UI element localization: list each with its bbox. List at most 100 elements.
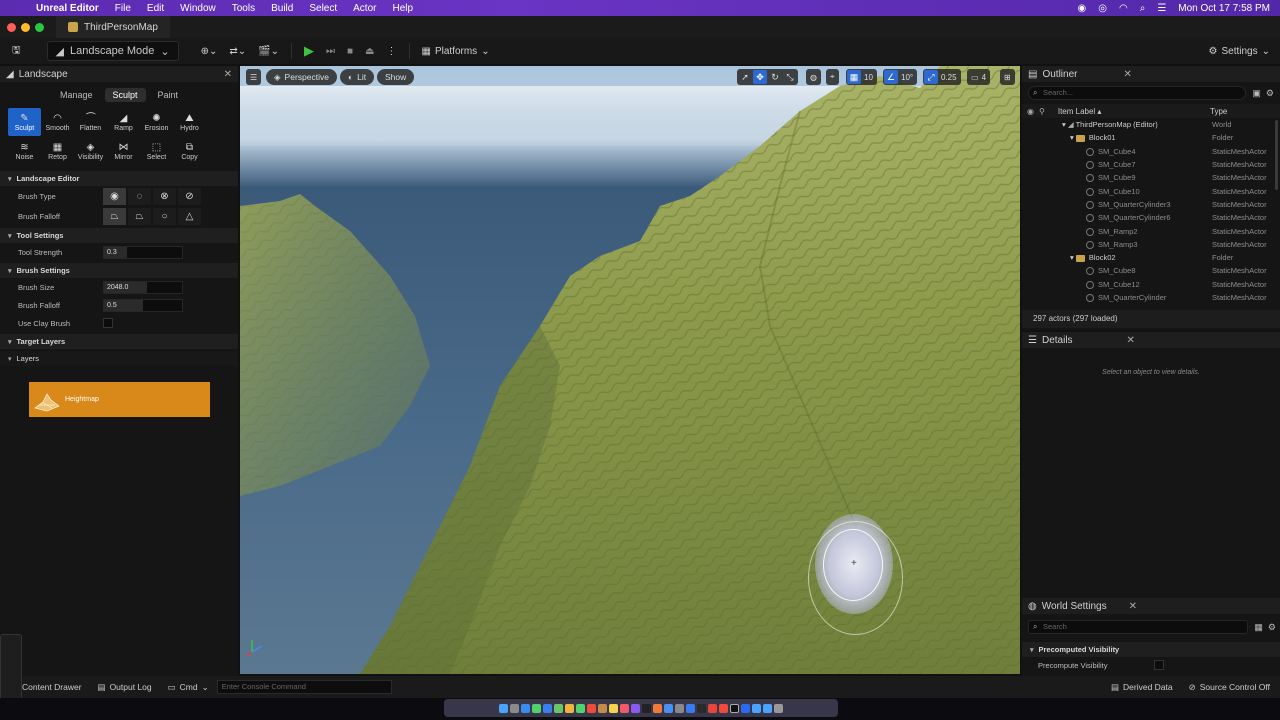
level-tab[interactable]: ThirdPersonMap: [56, 16, 170, 38]
scale-icon[interactable]: ⤡: [783, 70, 797, 84]
grid-snap-control[interactable]: ▦ 10: [846, 69, 877, 85]
tool-select[interactable]: ⬚ Select: [140, 137, 173, 165]
settings-button[interactable]: ⚙ Settings ⌄: [1203, 41, 1277, 61]
stop-button[interactable]: ■: [341, 41, 359, 61]
menu-help[interactable]: Help: [384, 3, 421, 14]
folder-dock-icon[interactable]: [752, 703, 761, 713]
tool-strength-input[interactable]: 0.3: [103, 245, 183, 259]
menu-file[interactable]: File: [107, 3, 139, 14]
tool-flatten[interactable]: ⏜ Flatten: [74, 108, 107, 136]
menu-app-name[interactable]: Unreal Editor: [30, 3, 107, 14]
menu-edit[interactable]: Edit: [139, 3, 172, 14]
terminal-dock-icon[interactable]: [697, 703, 706, 713]
outliner-scrollbar[interactable]: [1275, 120, 1278, 190]
circle-brush-icon[interactable]: ◉: [103, 187, 126, 205]
tree-row[interactable]: ▾ Block02 Folder: [1022, 251, 1280, 264]
translate-icon[interactable]: ✥: [753, 70, 767, 84]
section-brush-settings[interactable]: ▾ Brush Settings: [0, 263, 238, 278]
tree-row[interactable]: SM_Cube9 StaticMeshActor: [1022, 171, 1280, 184]
system-settings-icon[interactable]: [675, 703, 684, 713]
component-brush-icon[interactable]: ⊘: [178, 187, 201, 205]
viewport-menu-button[interactable]: ☰: [246, 69, 262, 85]
close-icon[interactable]: ✕: [1123, 69, 1131, 80]
lit-button[interactable]: ◐ Lit: [340, 69, 375, 85]
window-zoom-button[interactable]: [35, 22, 44, 32]
pattern-brush-icon[interactable]: ⊗: [153, 187, 176, 205]
tool-ramp[interactable]: ◢ Ramp: [107, 108, 140, 136]
brush-size-input[interactable]: 2048.0: [103, 280, 183, 294]
news-icon[interactable]: [653, 703, 662, 713]
precompute-visibility-checkbox[interactable]: [1154, 660, 1164, 670]
tree-row[interactable]: SM_QuarterCylinder StaticMeshActor: [1022, 291, 1280, 304]
calendar-icon[interactable]: [587, 703, 596, 713]
finder-icon[interactable]: [499, 703, 508, 713]
tool-retop[interactable]: ▦ Retop: [41, 137, 74, 165]
tree-row[interactable]: SM_Cube12 StaticMeshActor: [1022, 278, 1280, 291]
close-icon[interactable]: ✕: [224, 69, 232, 80]
tree-row[interactable]: ▾ ◢ ThirdPersonMap (Editor) World: [1022, 118, 1280, 131]
play-options-icon[interactable]: ⋮: [381, 41, 403, 61]
brush-falloff-input[interactable]: 0.5: [103, 298, 183, 312]
gear-icon[interactable]: ⚙: [1268, 622, 1276, 633]
save-icon[interactable]: 🖫: [6, 41, 27, 61]
tool-erosion[interactable]: ✺ Erosion: [140, 108, 173, 136]
window-minimize-button[interactable]: [21, 22, 30, 32]
layers-subsection[interactable]: ▾ Layers: [0, 351, 238, 366]
outliner-search-input[interactable]: ⌕ Search...: [1028, 86, 1247, 100]
control-center-icon[interactable]: ☰: [1157, 3, 1166, 14]
tip-falloff-icon[interactable]: △: [178, 207, 201, 225]
podcasts-icon[interactable]: [631, 703, 640, 713]
col-item-label[interactable]: Item Label ▴: [1058, 107, 1102, 116]
mode-dropdown[interactable]: ◢ Landscape Mode ⌄: [46, 41, 179, 61]
downloads-icon[interactable]: [763, 703, 772, 713]
tool-noise[interactable]: ≋ Noise: [8, 137, 41, 165]
col-type[interactable]: Type: [1210, 107, 1227, 116]
tool-hydro[interactable]: ⛰ Hydro: [173, 108, 206, 136]
record-icon[interactable]: ◉: [1078, 3, 1087, 14]
play-button[interactable]: ▶: [298, 41, 320, 61]
cmd-dropdown[interactable]: ▭ Cmd ⌄: [160, 682, 217, 693]
maximize-viewport-button[interactable]: ⊞: [1000, 69, 1015, 85]
menu-window[interactable]: Window: [172, 3, 224, 14]
accessibility-icon[interactable]: ◎: [1098, 3, 1107, 14]
eject-button[interactable]: ⏏: [359, 41, 380, 61]
tool-copy[interactable]: ⧉ Copy: [173, 137, 206, 165]
spherical-falloff-icon[interactable]: ○: [153, 207, 176, 225]
pin-icon[interactable]: ⚲: [1039, 107, 1045, 116]
blueprint-icon[interactable]: ⇄⌄: [223, 41, 252, 61]
tool-sculpt[interactable]: ✎ Sculpt: [8, 108, 41, 136]
gear-icon[interactable]: ⚙: [1266, 88, 1274, 99]
tab-sculpt[interactable]: Sculpt: [104, 88, 146, 102]
menu-build[interactable]: Build: [263, 3, 301, 14]
window-close-button[interactable]: [7, 22, 16, 32]
alpha-brush-icon[interactable]: ◌: [128, 187, 151, 205]
console-command-input[interactable]: Enter Console Command: [216, 680, 392, 694]
xcode-icon[interactable]: [686, 703, 695, 713]
details-tab[interactable]: ☰ Details ✕: [1022, 332, 1280, 348]
linear-falloff-icon[interactable]: ⏢: [128, 207, 151, 225]
unreal-icon[interactable]: [730, 703, 739, 713]
tree-row[interactable]: SM_Cube7 StaticMeshActor: [1022, 158, 1280, 171]
tree-row[interactable]: SM_Ramp2 StaticMeshActor: [1022, 224, 1280, 237]
chrome-icon[interactable]: [708, 703, 717, 713]
show-button[interactable]: Show: [377, 69, 415, 85]
world-settings-tab[interactable]: ◍ World Settings ✕: [1022, 598, 1280, 614]
add-actor-icon[interactable]: ⊕⌄: [195, 41, 224, 61]
youtube-icon[interactable]: [719, 703, 728, 713]
music-icon[interactable]: [620, 703, 629, 713]
heightmap-layer-item[interactable]: Heightmap: [29, 382, 210, 417]
tree-row[interactable]: SM_Ramp3 StaticMeshActor: [1022, 238, 1280, 251]
source-control-button[interactable]: ⊘ Source Control Off: [1181, 682, 1278, 693]
table-view-icon[interactable]: ▦: [1254, 622, 1263, 633]
rotate-icon[interactable]: ↻: [768, 70, 782, 84]
tool-visibility[interactable]: ◈ Visibility: [74, 137, 107, 165]
notes-icon[interactable]: [609, 703, 618, 713]
menu-actor[interactable]: Actor: [345, 3, 384, 14]
world-settings-search-input[interactable]: ⌕ Search: [1028, 620, 1249, 634]
section-precomputed-visibility[interactable]: ▾ Precomputed Visibility: [1022, 642, 1280, 657]
close-icon[interactable]: ✕: [1129, 601, 1137, 612]
perspective-button[interactable]: ◈ Perspective: [266, 69, 337, 85]
tree-row[interactable]: ▾ Block01 Folder: [1022, 131, 1280, 144]
tv-icon[interactable]: [642, 703, 651, 713]
tree-row[interactable]: SM_Cube10 StaticMeshActor: [1022, 184, 1280, 197]
